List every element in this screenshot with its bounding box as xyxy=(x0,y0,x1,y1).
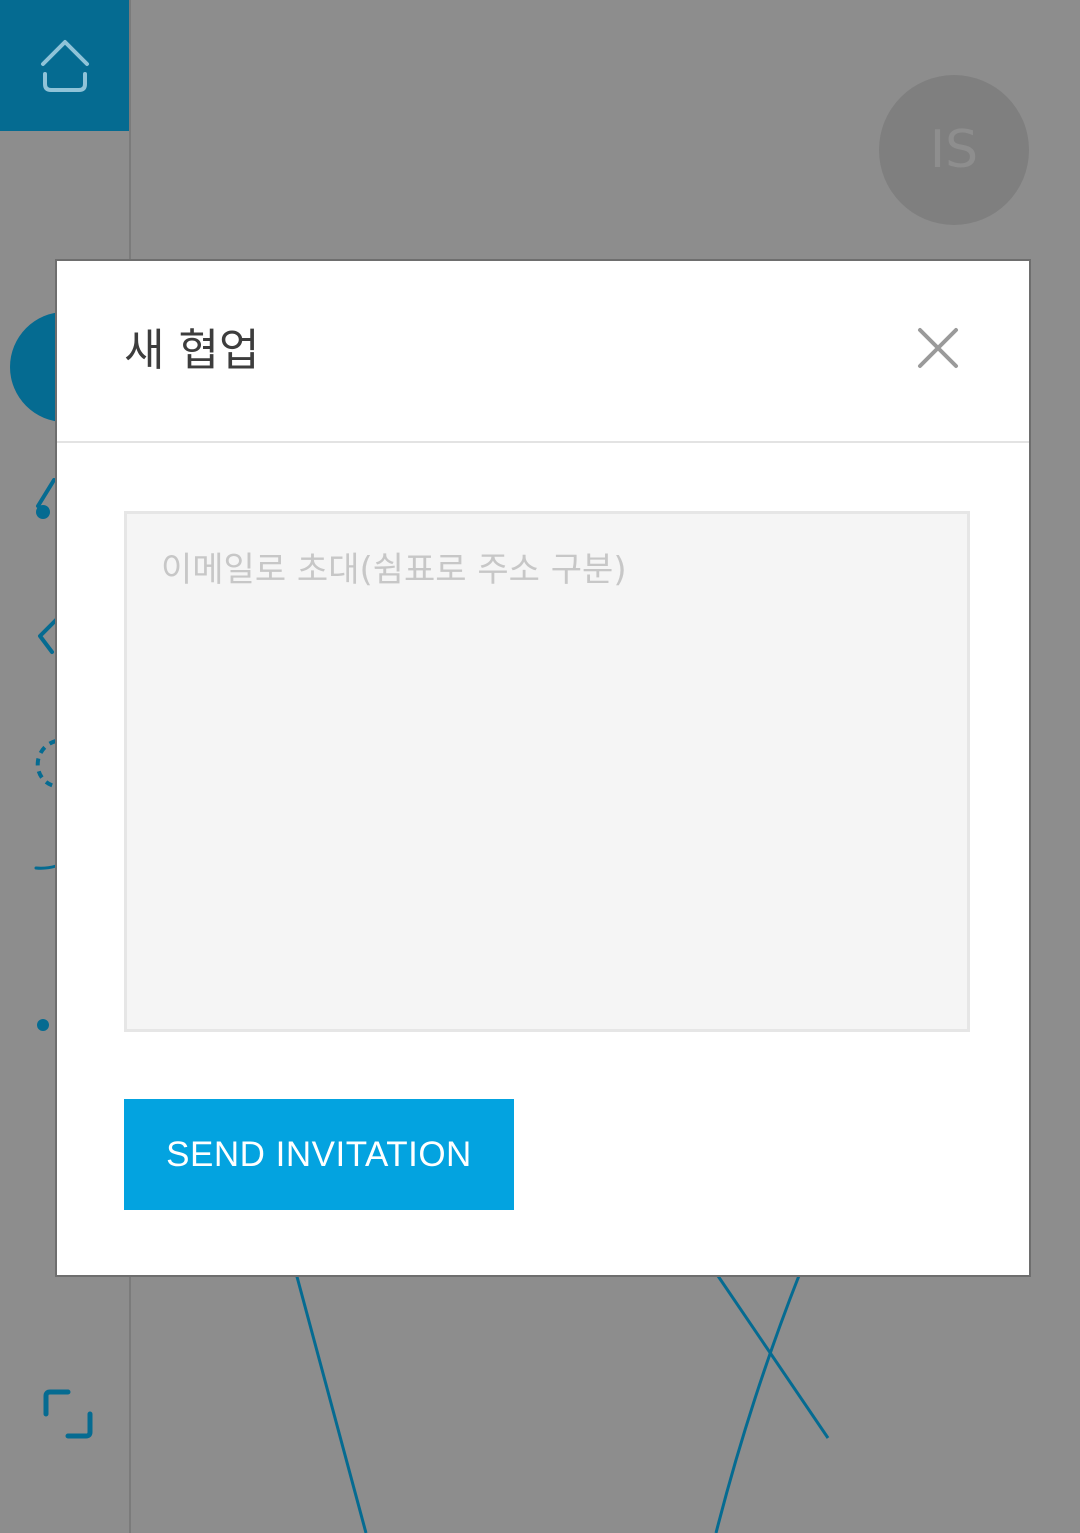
home-button[interactable] xyxy=(0,0,129,131)
crop-icon[interactable] xyxy=(42,1388,94,1440)
email-invite-input[interactable] xyxy=(124,511,970,1032)
close-button[interactable] xyxy=(917,327,959,369)
close-icon xyxy=(918,328,958,368)
send-invitation-label: SEND INVITATION xyxy=(166,1134,472,1174)
home-icon xyxy=(40,39,89,92)
dialog-header: 새 협업 xyxy=(57,261,1029,443)
user-avatar[interactable]: IS xyxy=(879,75,1029,225)
send-invitation-button[interactable]: SEND INVITATION xyxy=(124,1099,514,1210)
collaboration-dialog: 새 협업 SEND INVITATION xyxy=(55,259,1031,1277)
dot-tool-icon[interactable] xyxy=(36,1018,50,1032)
dialog-title: 새 협업 xyxy=(124,325,260,376)
